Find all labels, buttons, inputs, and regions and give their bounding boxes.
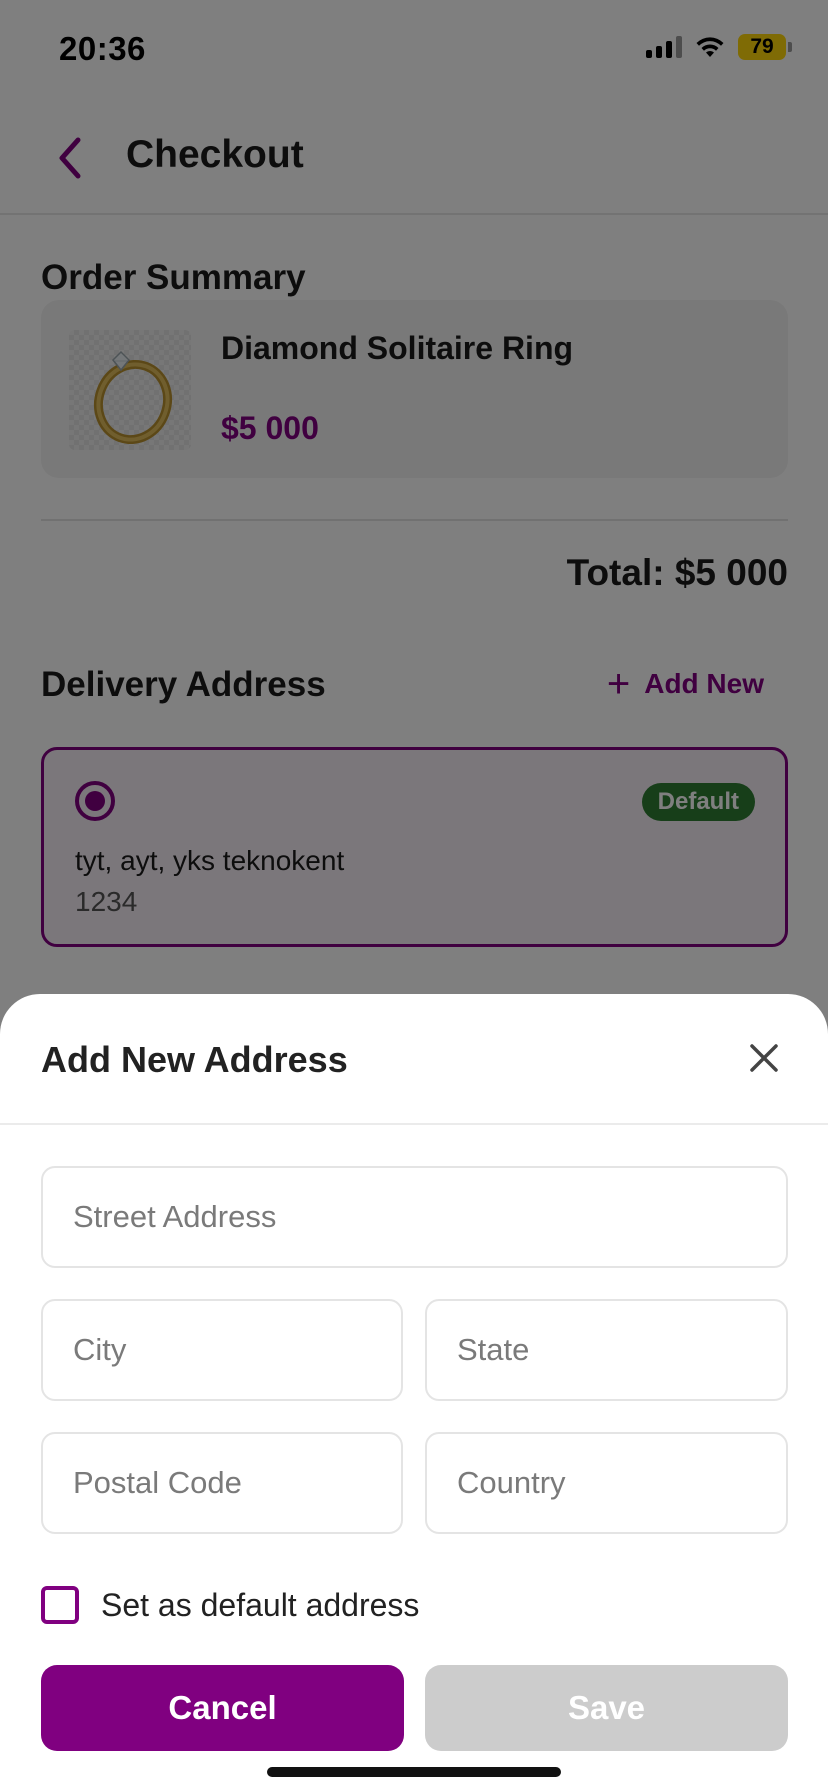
country-field[interactable] xyxy=(425,1432,788,1534)
street-address-field[interactable] xyxy=(41,1166,788,1268)
sheet-title: Add New Address xyxy=(41,1039,348,1080)
default-address-toggle[interactable]: Set as default address xyxy=(41,1586,419,1624)
default-address-label: Set as default address xyxy=(101,1586,420,1623)
state-field[interactable] xyxy=(425,1299,788,1401)
city-input[interactable] xyxy=(43,1301,401,1399)
sheet-header: Add New Address xyxy=(0,994,828,1125)
save-button[interactable]: Save xyxy=(425,1665,788,1751)
close-button[interactable] xyxy=(736,1030,792,1086)
cancel-button[interactable]: Cancel xyxy=(41,1665,404,1751)
postal-code-input[interactable] xyxy=(43,1434,401,1532)
city-field[interactable] xyxy=(41,1299,403,1401)
state-input[interactable] xyxy=(427,1301,786,1399)
add-address-sheet: Add New Address Set as default address C… xyxy=(0,994,828,1792)
home-indicator xyxy=(267,1767,561,1777)
default-address-checkbox[interactable] xyxy=(41,1586,79,1624)
country-input[interactable] xyxy=(427,1434,786,1532)
street-address-input[interactable] xyxy=(43,1168,786,1266)
close-icon xyxy=(750,1044,778,1072)
postal-code-field[interactable] xyxy=(41,1432,403,1534)
